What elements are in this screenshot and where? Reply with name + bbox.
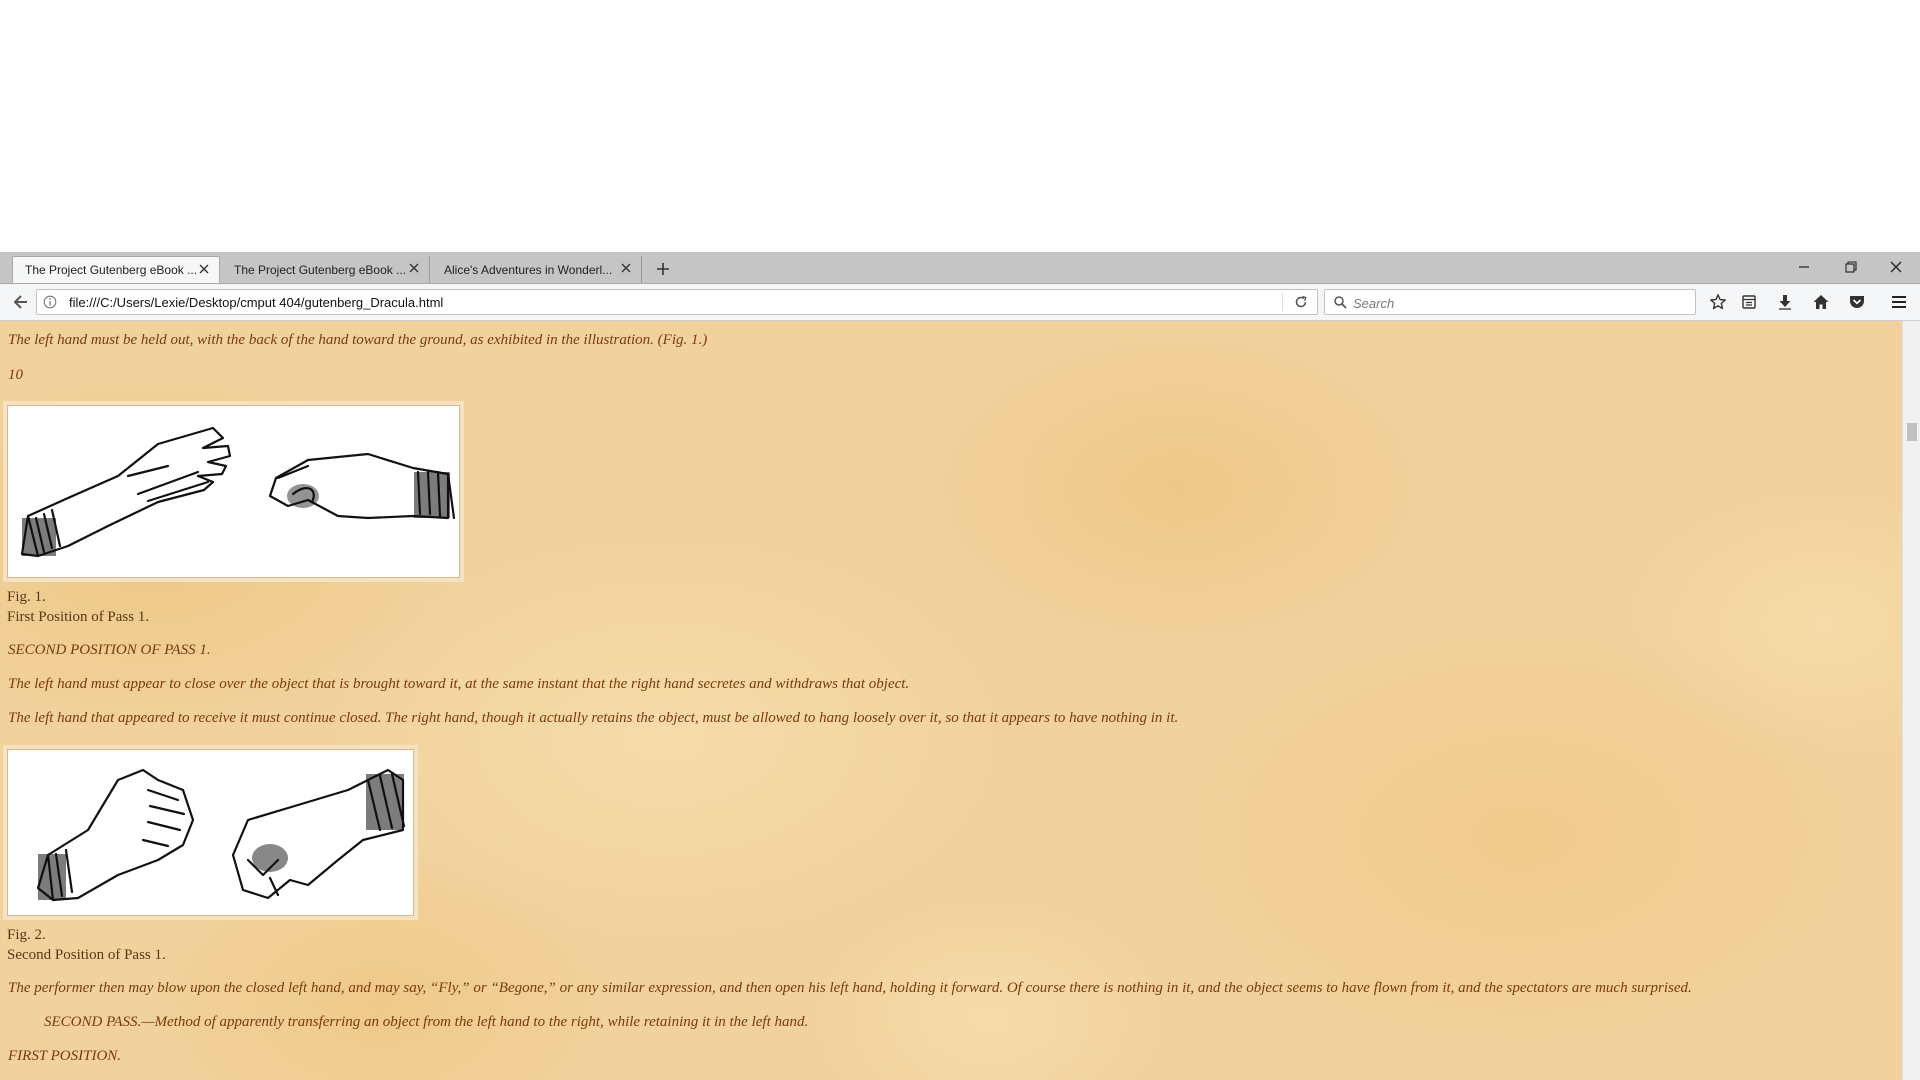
figure-1-image: [7, 405, 460, 578]
figure-2-label: Fig. 2.: [7, 927, 46, 943]
navigation-toolbar: file:///C:/Users/Lexie/Desktop/cmput 404…: [0, 284, 1920, 321]
paragraph: The left hand must appear to close over …: [8, 676, 910, 692]
tab-label: The Project Gutenberg eBook ...: [25, 263, 198, 277]
scrollbar-thumb[interactable]: [1907, 423, 1917, 441]
downloads-button[interactable]: [1773, 291, 1797, 313]
hands-illustration-1: [20, 426, 456, 558]
hamburger-menu-icon: [1892, 296, 1906, 308]
vertical-scrollbar[interactable]: [1902, 321, 1920, 1080]
divider: [1282, 293, 1283, 311]
home-button[interactable]: [1809, 291, 1833, 313]
restore-icon[interactable]: [1836, 256, 1864, 278]
figure-2-caption: Second Position of Pass 1.: [7, 947, 166, 963]
search-input[interactable]: [1351, 292, 1685, 314]
back-arrow-icon[interactable]: [8, 289, 34, 315]
tab-gutenberg-2[interactable]: The Project Gutenberg eBook ...: [222, 256, 430, 283]
tab-alice[interactable]: Alice's Adventures in Wonderl...: [432, 256, 642, 283]
tab-label: Alice's Adventures in Wonderl...: [444, 262, 613, 277]
menu-button[interactable]: [1887, 291, 1911, 313]
download-icon: [1779, 295, 1791, 310]
page-content: The left hand must be held out, with the…: [0, 321, 1902, 1080]
desktop-background: [0, 0, 1920, 252]
home-icon: [1813, 295, 1829, 309]
info-icon[interactable]: [43, 295, 57, 309]
paragraph: The left hand must be held out, with the…: [8, 332, 708, 348]
pocket-icon: [1850, 296, 1864, 308]
figure-2-image: [7, 749, 414, 916]
tab-strip: The Project Gutenberg eBook ... The Proj…: [0, 252, 1920, 284]
reload-icon[interactable]: [1293, 294, 1309, 310]
paragraph: The performer then may blow upon the clo…: [8, 980, 1692, 996]
figure-1-label: Fig. 1.: [7, 589, 46, 605]
close-icon[interactable]: [197, 262, 211, 276]
minimize-icon[interactable]: [1790, 256, 1818, 278]
figure-1-caption: First Position of Pass 1.: [7, 609, 150, 625]
tab-label: The Project Gutenberg eBook ...: [234, 262, 407, 277]
plus-icon[interactable]: [652, 258, 674, 280]
section-heading: FIRST POSITION.: [8, 1048, 122, 1064]
section-heading: SECOND POSITION OF PASS 1.: [8, 642, 211, 658]
reading-list-icon: [1742, 295, 1756, 309]
hands-illustration-2: [36, 768, 406, 902]
star-icon: [1710, 294, 1726, 310]
paragraph: The left hand that appeared to receive i…: [8, 710, 1179, 726]
url-text[interactable]: file:///C:/Users/Lexie/Desktop/cmput 404…: [69, 295, 443, 310]
tab-gutenberg-1[interactable]: The Project Gutenberg eBook ...: [12, 256, 220, 283]
close-icon[interactable]: [407, 261, 421, 275]
close-icon[interactable]: [1882, 256, 1910, 278]
search-bar[interactable]: [1324, 289, 1696, 315]
search-icon: [1334, 296, 1347, 309]
page-number: 10: [8, 367, 23, 383]
url-bar[interactable]: file:///C:/Users/Lexie/Desktop/cmput 404…: [36, 289, 1318, 315]
close-icon[interactable]: [619, 261, 633, 275]
reading-list-button[interactable]: [1737, 291, 1761, 313]
section-heading: SECOND PASS.—Method of apparently transf…: [44, 1014, 809, 1030]
pocket-button[interactable]: [1845, 291, 1869, 313]
bookmark-button[interactable]: [1706, 291, 1730, 313]
